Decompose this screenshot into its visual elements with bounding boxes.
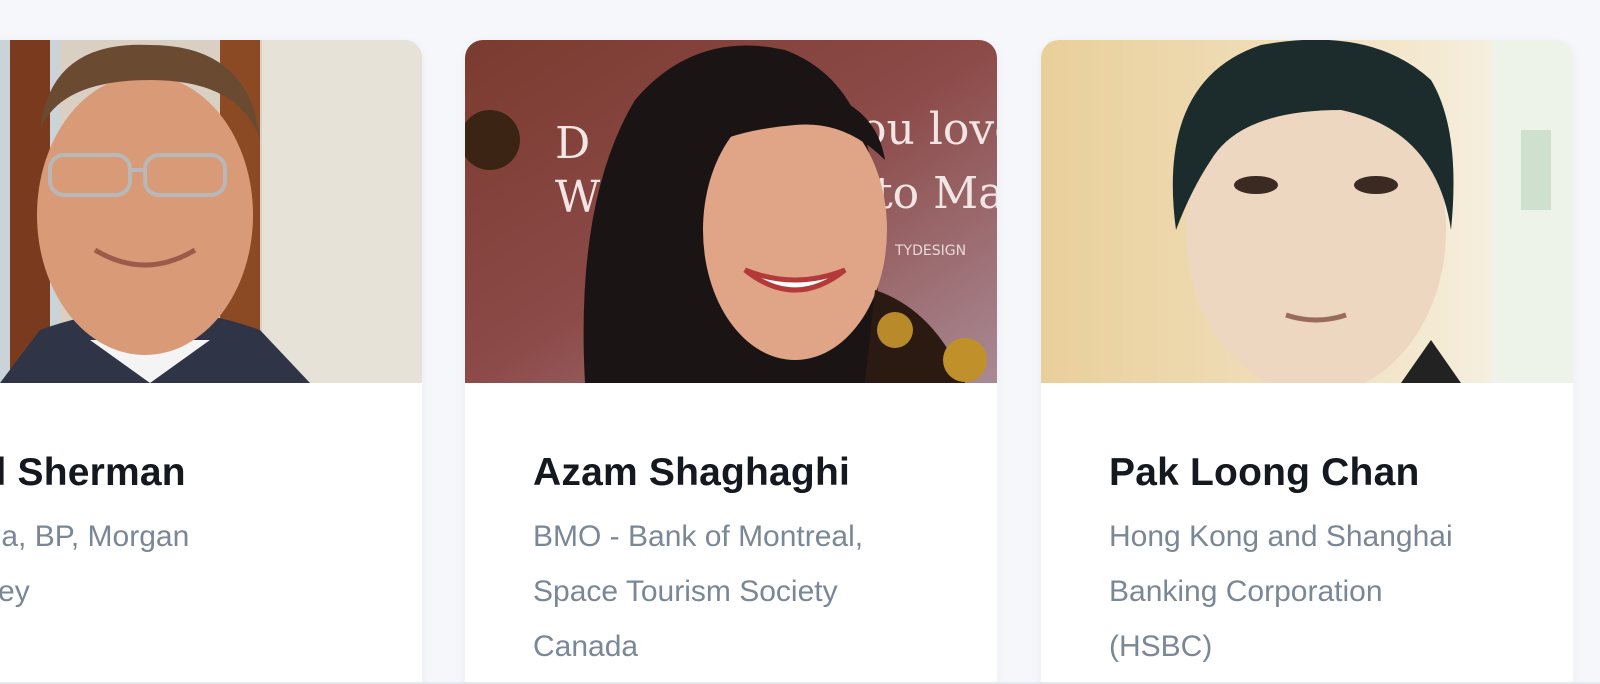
photo-backdrop-text: TYDESIGN (894, 243, 966, 259)
speakers-carousel: rill Sherman rdea, BP, Morgan enley D (0, 0, 1600, 684)
speaker-organization-line: Canada (533, 630, 639, 663)
speaker-organization-line: (HSBC) (1109, 630, 1213, 663)
speaker-photo (0, 40, 422, 383)
speaker-card[interactable]: D ou love W to Ma TYDESIGN Azam Shaghagh… (465, 40, 997, 684)
photo-backdrop-text: D (555, 118, 590, 169)
speaker-organization: rdea, BP, Morgan enley (0, 509, 348, 619)
speaker-organization-line: Space Tourism Society (533, 575, 838, 608)
speaker-photo (1041, 40, 1573, 383)
speaker-card[interactable]: rill Sherman rdea, BP, Morgan enley (0, 40, 422, 684)
photo-backdrop-text: to Ma (875, 168, 997, 219)
speaker-organization-line: rdea, BP, Morgan (0, 520, 190, 553)
speaker-photo: D ou love W to Ma TYDESIGN (465, 40, 997, 383)
speaker-organization-line: Banking Corporation (1109, 575, 1383, 608)
speaker-name: Azam Shaghaghi (533, 451, 851, 494)
speaker-name: rill Sherman (0, 451, 186, 494)
speaker-organization-line: BMO - Bank of Montreal, (533, 520, 864, 553)
speaker-organization-line: Hong Kong and Shanghai (1109, 520, 1453, 553)
speaker-organization-line: enley (0, 575, 30, 608)
speaker-organization: Hong Kong and Shanghai Banking Corporati… (1109, 509, 1499, 674)
speaker-card[interactable]: Pak Loong Chan Hong Kong and Shanghai Ba… (1041, 40, 1573, 684)
speaker-name: Pak Loong Chan (1109, 451, 1420, 494)
speaker-organization: BMO - Bank of Montreal, Space Tourism So… (533, 509, 923, 674)
